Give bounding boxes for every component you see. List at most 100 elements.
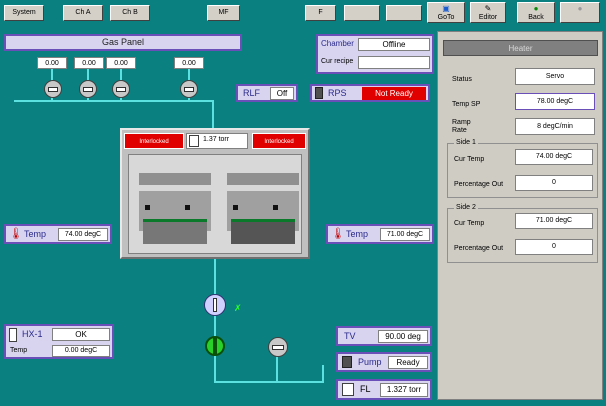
disabled-button-2[interactable]: [386, 5, 422, 21]
hx-status: OK: [52, 328, 110, 341]
status-value: Servo: [515, 68, 595, 85]
rlf-box[interactable]: RLF Off: [236, 84, 298, 102]
goto-label: GoTo: [437, 14, 455, 21]
side-1-percentage-label: Percentage Out: [454, 181, 504, 188]
gas-panel-header[interactable]: Gas Panel: [4, 34, 242, 51]
forward-button[interactable]: ●: [560, 2, 600, 23]
ramp-label: Ramp: [452, 119, 471, 126]
gas-valve-2[interactable]: [79, 80, 97, 98]
goto-button[interactable]: ▣ GoTo: [427, 2, 465, 23]
valve-indicator: [213, 338, 217, 354]
pump-label: Pump: [358, 357, 382, 367]
pump-icon: [342, 356, 352, 368]
side-1-cur-temp-value: 74.00 degC: [515, 149, 593, 165]
pump-value: Ready: [388, 356, 428, 369]
side-1-title: Side 1: [454, 139, 478, 146]
temp-left-label: Temp: [24, 229, 47, 239]
gas-valve-3[interactable]: [112, 80, 130, 98]
side-2-percentage-label: Percentage Out: [454, 245, 504, 252]
system-button[interactable]: System: [4, 5, 44, 21]
f-button[interactable]: F: [305, 5, 336, 21]
side-2-cur-temp-value: 71.00 degC: [515, 213, 593, 229]
mf-button[interactable]: MF: [207, 5, 240, 21]
editor-button[interactable]: ✎ Editor: [470, 2, 506, 23]
temp-right-value: 71.00 degC: [380, 228, 430, 241]
tv-value: 90.00 deg: [378, 330, 428, 343]
rps-label: RPS: [328, 88, 347, 98]
cur-recipe-value: [358, 56, 430, 69]
goto-icon: ▣: [442, 4, 450, 13]
temp-left-value: 74.00 degC: [58, 228, 108, 241]
fl-box[interactable]: FL 1.327 torr: [336, 379, 432, 400]
fl-label: FL: [360, 384, 371, 394]
temp-left-box[interactable]: 🌡 Temp 74.00 degC: [4, 224, 112, 244]
chamber-inlet-pipe: [212, 100, 214, 130]
bypass-valve[interactable]: [268, 337, 288, 357]
side-2-group: Side 2 Cur Temp 71.00 degC Percentage Ou…: [447, 204, 598, 263]
pin-icon: [185, 205, 190, 210]
lid-right: [227, 173, 299, 185]
temp-sp-input[interactable]: 78.00 degC: [515, 93, 595, 110]
back-arrow-icon: ●: [533, 4, 539, 13]
pedestal-right: [231, 222, 295, 244]
temp-sp-label: Temp SP: [452, 101, 481, 108]
chamber-label: Chamber: [321, 39, 354, 48]
gas-valve-4[interactable]: [180, 80, 198, 98]
tv-box[interactable]: TV 90.00 deg: [336, 326, 432, 346]
gas-valve-1[interactable]: [44, 80, 62, 98]
hx-temp-value: 0.00 degC: [52, 345, 110, 357]
heater-panel-header: Heater: [443, 40, 598, 56]
temp-right-box[interactable]: 🌡 Temp 71.00 degC: [326, 224, 434, 244]
back-button[interactable]: ● Back: [517, 2, 555, 23]
thermometer-icon: 🌡: [331, 228, 345, 240]
lid-left: [139, 173, 211, 185]
back-label: Back: [528, 14, 544, 21]
pin-icon: [145, 205, 150, 210]
side-1-cur-temp-label: Cur Temp: [454, 156, 485, 163]
gauge-icon: [189, 135, 199, 147]
side-2-percentage-value: 0: [515, 239, 593, 255]
heater-panel: Heater Status Servo Temp SP 78.00 degC R…: [437, 31, 603, 400]
station-right: [227, 191, 299, 244]
forward-arrow-icon: ●: [577, 4, 583, 13]
rps-box[interactable]: RPS Not Ready: [310, 84, 430, 102]
side-2-cur-temp-label: Cur Temp: [454, 220, 485, 227]
throttle-valve[interactable]: [204, 294, 226, 316]
hx-1-box[interactable]: HX-1 OK Temp 0.00 degC: [4, 324, 114, 359]
chamber-status-box: Chamber Offline Cur recipe: [316, 34, 434, 74]
gas-reading-1: 0.00: [37, 57, 67, 69]
fl-value: 1.327 torr: [380, 383, 428, 397]
pressure-value: 1.37 torr: [203, 136, 230, 143]
side-1-percentage-value: 0: [515, 175, 593, 191]
rps-status: Not Ready: [362, 87, 426, 100]
bypass-pipe: [276, 356, 278, 383]
pin-icon: [233, 205, 238, 210]
valve-indicator: [213, 298, 217, 312]
status-label: Status: [452, 76, 472, 83]
rlf-value: Off: [270, 87, 294, 100]
side-1-group: Side 1 Cur Temp 74.00 degC Percentage Ou…: [447, 139, 598, 198]
chamber-b-button[interactable]: Ch B: [110, 5, 150, 21]
chamber-a-button[interactable]: Ch A: [63, 5, 103, 21]
gas-reading-4: 0.00: [174, 57, 204, 69]
flow-indicator-icon: ✗: [234, 303, 242, 313]
pedestal-left: [143, 222, 207, 244]
isolation-valve[interactable]: [205, 336, 225, 356]
tv-label: TV: [344, 331, 356, 341]
gas-reading-2: 0.00: [74, 57, 104, 69]
editor-label: Editor: [478, 14, 498, 21]
temp-right-label: Temp: [346, 229, 369, 239]
pump-pipe: [322, 365, 324, 383]
gas-manifold-pipe: [14, 100, 214, 102]
ramp-rate-value: 8 degC/min: [515, 118, 595, 135]
disabled-button-1[interactable]: [344, 5, 380, 21]
cur-recipe-label: Cur recipe: [321, 58, 354, 65]
thermometer-icon: 🌡: [9, 228, 23, 240]
chamber-graphic[interactable]: Interlocked 1.37 torr Interlocked: [120, 128, 310, 259]
foreline-pipe: [214, 381, 324, 383]
hx-temp-label: Temp: [10, 347, 28, 354]
rps-icon: [315, 87, 323, 99]
pencil-icon: ✎: [484, 4, 492, 13]
pump-box[interactable]: Pump Ready: [336, 352, 432, 372]
hx-label: HX-1: [22, 329, 43, 339]
